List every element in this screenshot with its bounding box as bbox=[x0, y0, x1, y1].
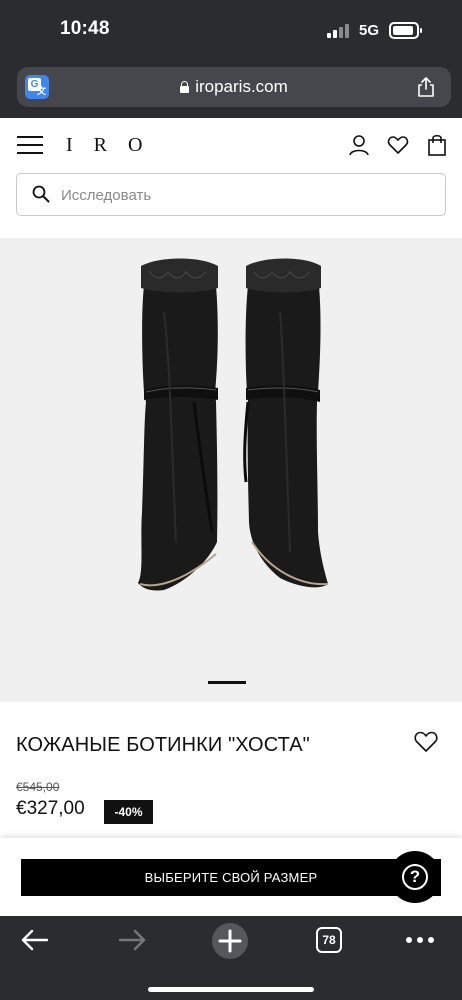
back-arrow-icon[interactable] bbox=[20, 926, 50, 954]
old-price: €545,00 bbox=[16, 780, 60, 794]
product-title: КОЖАНЫЕ БОТИНКИ "ХОСТА" bbox=[16, 734, 310, 756]
site-header: IRO bbox=[0, 118, 462, 238]
boots-photo bbox=[138, 258, 329, 591]
select-size-button[interactable]: ВЫБЕРИТЕ СВОЙ РАЗМЕР bbox=[21, 859, 441, 896]
browser-toolbar: 78 bbox=[0, 916, 462, 1000]
help-button[interactable]: ? bbox=[389, 851, 441, 903]
menu-icon[interactable] bbox=[17, 136, 43, 154]
home-indicator[interactable] bbox=[148, 987, 314, 992]
product-info: КОЖАНЫЕ БОТИНКИ "ХОСТА" €545,00 €327,00 … bbox=[0, 702, 462, 852]
signal-icon bbox=[327, 24, 351, 38]
search-icon bbox=[32, 185, 50, 203]
discount-badge: -40% bbox=[104, 800, 153, 824]
brand-logo[interactable]: IRO bbox=[66, 134, 163, 157]
tabs-count-button[interactable]: 78 bbox=[316, 927, 342, 953]
wishlist-heart-icon[interactable] bbox=[413, 730, 439, 754]
battery-icon bbox=[389, 22, 422, 39]
search-input[interactable] bbox=[61, 180, 421, 210]
carousel-indicator[interactable] bbox=[208, 681, 246, 684]
sale-price: €327,00 bbox=[16, 798, 85, 819]
forward-arrow-icon[interactable] bbox=[117, 926, 147, 954]
network-type: 5G bbox=[359, 22, 380, 39]
status-time: 10:48 bbox=[60, 18, 110, 39]
url-text: iroparis.com bbox=[195, 77, 288, 96]
status-bar: 10:48 5G bbox=[0, 0, 462, 62]
search-field[interactable] bbox=[16, 173, 446, 216]
shopping-bag-icon[interactable] bbox=[426, 134, 448, 156]
help-icon: ? bbox=[402, 864, 428, 890]
share-icon[interactable] bbox=[417, 77, 435, 97]
more-options-icon[interactable] bbox=[405, 926, 435, 954]
browser-chrome-top: 10:48 5G G文 iroparis.com bbox=[0, 0, 462, 118]
url-display[interactable]: iroparis.com bbox=[17, 77, 451, 97]
heart-icon[interactable] bbox=[387, 134, 409, 156]
address-bar[interactable]: G文 iroparis.com bbox=[17, 67, 451, 107]
sticky-size-bar: ВЫБЕРИТЕ СВОЙ РАЗМЕР ? bbox=[0, 838, 462, 916]
account-icon[interactable] bbox=[348, 134, 370, 156]
new-tab-plus-icon[interactable] bbox=[211, 922, 249, 960]
product-image[interactable] bbox=[0, 238, 462, 702]
lock-icon bbox=[180, 81, 190, 93]
